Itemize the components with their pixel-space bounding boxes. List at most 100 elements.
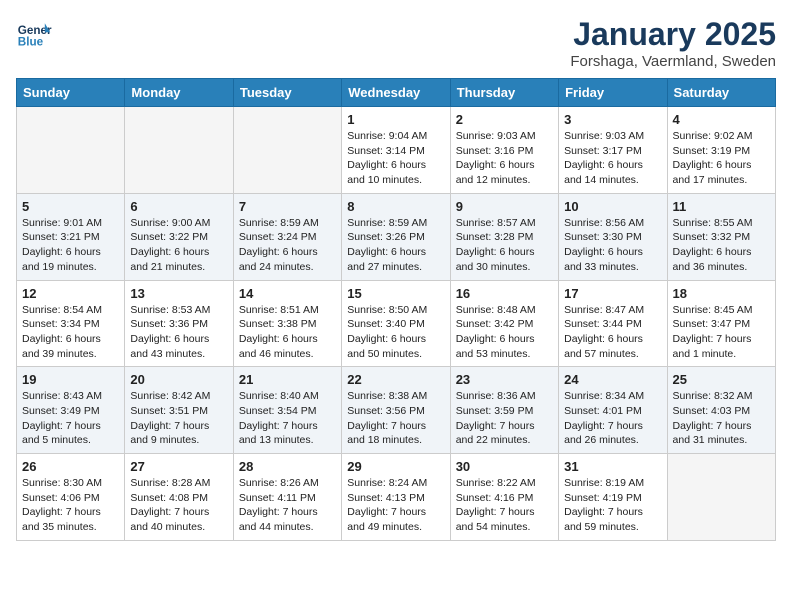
logo: General Blue [16,16,52,52]
day-number: 19 [22,372,119,387]
day-info: Sunrise: 8:45 AM Sunset: 3:47 PM Dayligh… [673,303,770,362]
day-number: 31 [564,459,661,474]
day-number: 23 [456,372,553,387]
day-info: Sunrise: 9:02 AM Sunset: 3:19 PM Dayligh… [673,129,770,188]
logo-icon: General Blue [16,16,52,52]
calendar-cell: 20 Sunrise: 8:42 AM Sunset: 3:51 PM Dayli… [125,367,233,454]
calendar-cell: 24 Sunrise: 8:34 AM Sunset: 4:01 PM Dayli… [559,367,667,454]
calendar-cell: 11 Sunrise: 8:55 AM Sunset: 3:32 PM Dayli… [667,193,775,280]
weekday-header-thursday: Thursday [450,79,558,107]
calendar-cell: 29 Sunrise: 8:24 AM Sunset: 4:13 PM Dayli… [342,454,450,541]
calendar-cell: 18 Sunrise: 8:45 AM Sunset: 3:47 PM Dayli… [667,280,775,367]
day-info: Sunrise: 8:57 AM Sunset: 3:28 PM Dayligh… [456,216,553,275]
day-number: 4 [673,112,770,127]
day-number: 18 [673,286,770,301]
day-number: 3 [564,112,661,127]
calendar-cell: 8 Sunrise: 8:59 AM Sunset: 3:26 PM Daylig… [342,193,450,280]
day-info: Sunrise: 8:26 AM Sunset: 4:11 PM Dayligh… [239,476,336,535]
day-info: Sunrise: 8:42 AM Sunset: 3:51 PM Dayligh… [130,389,227,448]
month-title: January 2025 [570,16,776,53]
day-number: 22 [347,372,444,387]
calendar-cell: 31 Sunrise: 8:19 AM Sunset: 4:19 PM Dayli… [559,454,667,541]
day-number: 30 [456,459,553,474]
calendar-cell: 4 Sunrise: 9:02 AM Sunset: 3:19 PM Daylig… [667,107,775,194]
calendar-cell: 21Sunrise: 8:40 AM Sunset: 3:54 PM Dayli… [233,367,341,454]
day-info: Sunrise: 8:22 AM Sunset: 4:16 PM Dayligh… [456,476,553,535]
calendar-cell [125,107,233,194]
calendar-cell: 9 Sunrise: 8:57 AM Sunset: 3:28 PM Daylig… [450,193,558,280]
calendar-cell: 16 Sunrise: 8:48 AM Sunset: 3:42 PM Dayli… [450,280,558,367]
day-number: 7 [239,199,336,214]
day-number: 16 [456,286,553,301]
day-info: Sunrise: 8:36 AM Sunset: 3:59 PM Dayligh… [456,389,553,448]
location: Forshaga, Vaermland, Sweden [570,53,776,70]
svg-text:Blue: Blue [18,36,44,49]
day-info: Sunrise: 8:30 AM Sunset: 4:06 PM Dayligh… [22,476,119,535]
day-number: 25 [673,372,770,387]
day-info: Sunrise: 8:48 AM Sunset: 3:42 PM Dayligh… [456,303,553,362]
day-info: Sunrise: 8:54 AM Sunset: 3:34 PM Dayligh… [22,303,119,362]
weekday-header-friday: Friday [559,79,667,107]
day-number: 6 [130,199,227,214]
calendar-cell: 19 Sunrise: 8:43 AM Sunset: 3:49 PM Dayli… [17,367,125,454]
weekday-header-wednesday: Wednesday [342,79,450,107]
title-block: January 2025 Forshaga, Vaermland, Sweden [570,16,776,70]
day-info: Sunrise: 8:53 AM Sunset: 3:36 PM Dayligh… [130,303,227,362]
calendar-cell: 28 Sunrise: 8:26 AM Sunset: 4:11 PM Dayli… [233,454,341,541]
day-number: 12 [22,286,119,301]
day-info: Sunrise: 8:28 AM Sunset: 4:08 PM Dayligh… [130,476,227,535]
day-number: 10 [564,199,661,214]
calendar-cell [667,454,775,541]
calendar-cell: 30 Sunrise: 8:22 AM Sunset: 4:16 PM Dayli… [450,454,558,541]
calendar-cell: 17Sunrise: 8:47 AM Sunset: 3:44 PM Dayli… [559,280,667,367]
calendar-cell: 13 Sunrise: 8:53 AM Sunset: 3:36 PM Dayli… [125,280,233,367]
calendar-cell: 6 Sunrise: 9:00 AM Sunset: 3:22 PM Daylig… [125,193,233,280]
calendar-cell: 26 Sunrise: 8:30 AM Sunset: 4:06 PM Dayli… [17,454,125,541]
calendar-cell: 2 Sunrise: 9:03 AM Sunset: 3:16 PM Daylig… [450,107,558,194]
day-number: 15 [347,286,444,301]
day-number: 28 [239,459,336,474]
day-info: Sunrise: 8:59 AM Sunset: 3:24 PM Dayligh… [239,216,336,275]
day-number: 29 [347,459,444,474]
calendar-cell: 15 Sunrise: 8:50 AM Sunset: 3:40 PM Dayli… [342,280,450,367]
calendar-cell: 1Sunrise: 9:04 AM Sunset: 3:14 PM Daylig… [342,107,450,194]
day-info: Sunrise: 9:00 AM Sunset: 3:22 PM Dayligh… [130,216,227,275]
day-number: 21 [239,372,336,387]
weekday-header-tuesday: Tuesday [233,79,341,107]
day-info: Sunrise: 8:55 AM Sunset: 3:32 PM Dayligh… [673,216,770,275]
calendar-cell: 10 Sunrise: 8:56 AM Sunset: 3:30 PM Dayli… [559,193,667,280]
day-number: 1 [347,112,444,127]
calendar-cell: 14Sunrise: 8:51 AM Sunset: 3:38 PM Dayli… [233,280,341,367]
day-number: 5 [22,199,119,214]
day-info: Sunrise: 8:32 AM Sunset: 4:03 PM Dayligh… [673,389,770,448]
day-number: 13 [130,286,227,301]
day-info: Sunrise: 9:03 AM Sunset: 3:16 PM Dayligh… [456,129,553,188]
day-number: 11 [673,199,770,214]
day-number: 26 [22,459,119,474]
calendar-cell: 12 Sunrise: 8:54 AM Sunset: 3:34 PM Dayli… [17,280,125,367]
weekday-header-sunday: Sunday [17,79,125,107]
day-info: Sunrise: 8:24 AM Sunset: 4:13 PM Dayligh… [347,476,444,535]
day-info: Sunrise: 8:34 AM Sunset: 4:01 PM Dayligh… [564,389,661,448]
day-number: 27 [130,459,227,474]
calendar-cell [233,107,341,194]
day-number: 8 [347,199,444,214]
calendar-cell: 7 Sunrise: 8:59 AM Sunset: 3:24 PM Daylig… [233,193,341,280]
day-info: Sunrise: 8:56 AM Sunset: 3:30 PM Dayligh… [564,216,661,275]
day-info: Sunrise: 9:01 AM Sunset: 3:21 PM Dayligh… [22,216,119,275]
calendar-cell: 23 Sunrise: 8:36 AM Sunset: 3:59 PM Dayli… [450,367,558,454]
day-info: Sunrise: 8:43 AM Sunset: 3:49 PM Dayligh… [22,389,119,448]
calendar-cell: 22Sunrise: 8:38 AM Sunset: 3:56 PM Dayli… [342,367,450,454]
day-info: Sunrise: 9:03 AM Sunset: 3:17 PM Dayligh… [564,129,661,188]
day-number: 2 [456,112,553,127]
day-number: 24 [564,372,661,387]
day-number: 20 [130,372,227,387]
day-info: Sunrise: 8:51 AM Sunset: 3:38 PM Dayligh… [239,303,336,362]
calendar-cell: 5 Sunrise: 9:01 AM Sunset: 3:21 PM Daylig… [17,193,125,280]
day-info: Sunrise: 8:50 AM Sunset: 3:40 PM Dayligh… [347,303,444,362]
calendar-cell: 27 Sunrise: 8:28 AM Sunset: 4:08 PM Dayli… [125,454,233,541]
day-info: Sunrise: 8:47 AM Sunset: 3:44 PM Dayligh… [564,303,661,362]
day-info: Sunrise: 8:19 AM Sunset: 4:19 PM Dayligh… [564,476,661,535]
day-number: 9 [456,199,553,214]
day-info: Sunrise: 8:59 AM Sunset: 3:26 PM Dayligh… [347,216,444,275]
